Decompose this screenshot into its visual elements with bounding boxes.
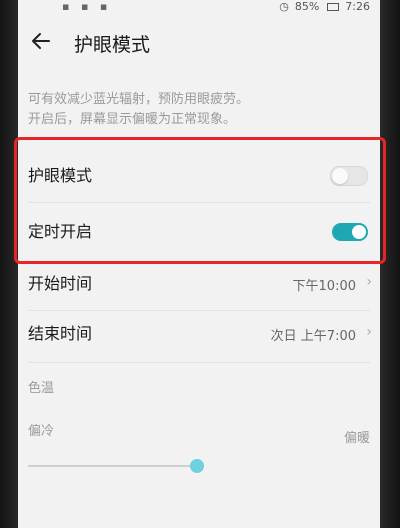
page-title: 护眼模式 xyxy=(74,34,151,56)
cool-label: 偏冷 xyxy=(28,424,55,439)
divider xyxy=(28,202,370,203)
alarm-icon: ◷ xyxy=(279,0,289,13)
phone-screen: ▪ ▪ ▪ ◷ 85% 7:26 护眼模式 可有效减少蓝光辐射，预防用眼疲劳。 … xyxy=(18,0,380,528)
divider xyxy=(28,362,370,363)
start-time-value: 下午10:00 xyxy=(292,279,356,294)
eye-comfort-label: 护眼模式 xyxy=(28,166,93,185)
chevron-right-icon: › xyxy=(366,274,372,290)
description-line-2: 开启后，屏幕显示偏暖为正常现象。 xyxy=(28,112,237,127)
divider xyxy=(28,310,370,311)
end-time-row[interactable]: 结束时间 次日 上午7:00 › xyxy=(18,318,380,358)
status-right: ◷ 85% 7:26 xyxy=(279,0,370,13)
toggle-knob xyxy=(332,168,348,184)
start-time-row[interactable]: 开始时间 下午10:00 › xyxy=(18,265,380,305)
start-time-label: 开始时间 xyxy=(28,274,93,293)
chevron-right-icon: › xyxy=(366,324,372,340)
end-time-label: 结束时间 xyxy=(28,324,93,343)
end-time-value: 次日 上午7:00 xyxy=(270,329,356,344)
device-bezel-left xyxy=(0,0,20,528)
color-temp-label: 色温 xyxy=(28,381,55,396)
eye-comfort-row[interactable]: 护眼模式 xyxy=(18,148,380,198)
status-time: 7:26 xyxy=(345,0,370,13)
color-temp-slider-track[interactable] xyxy=(28,465,200,467)
header: 护眼模式 xyxy=(18,24,380,64)
scheduled-label: 定时开启 xyxy=(28,222,93,241)
toggle-knob xyxy=(352,225,366,239)
eye-comfort-toggle[interactable] xyxy=(330,166,368,186)
description-line-1: 可有效减少蓝光辐射，预防用眼疲劳。 xyxy=(28,92,250,107)
device-bezel-right xyxy=(378,0,400,528)
status-bar: ▪ ▪ ▪ ◷ 85% 7:26 xyxy=(18,0,380,14)
battery-percent: 85% xyxy=(294,0,320,13)
battery-icon xyxy=(327,2,340,11)
signal-icons: ▪ ▪ ▪ xyxy=(62,0,112,13)
color-temp-slider-thumb[interactable] xyxy=(190,459,204,473)
arrow-left-icon[interactable] xyxy=(30,30,52,52)
scheduled-toggle[interactable] xyxy=(332,223,368,241)
scheduled-row[interactable]: 定时开启 xyxy=(18,205,380,255)
warm-label: 偏暖 xyxy=(343,431,370,446)
description: 可有效减少蓝光辐射，预防用眼疲劳。 开启后，屏幕显示偏暖为正常现象。 xyxy=(28,90,368,130)
